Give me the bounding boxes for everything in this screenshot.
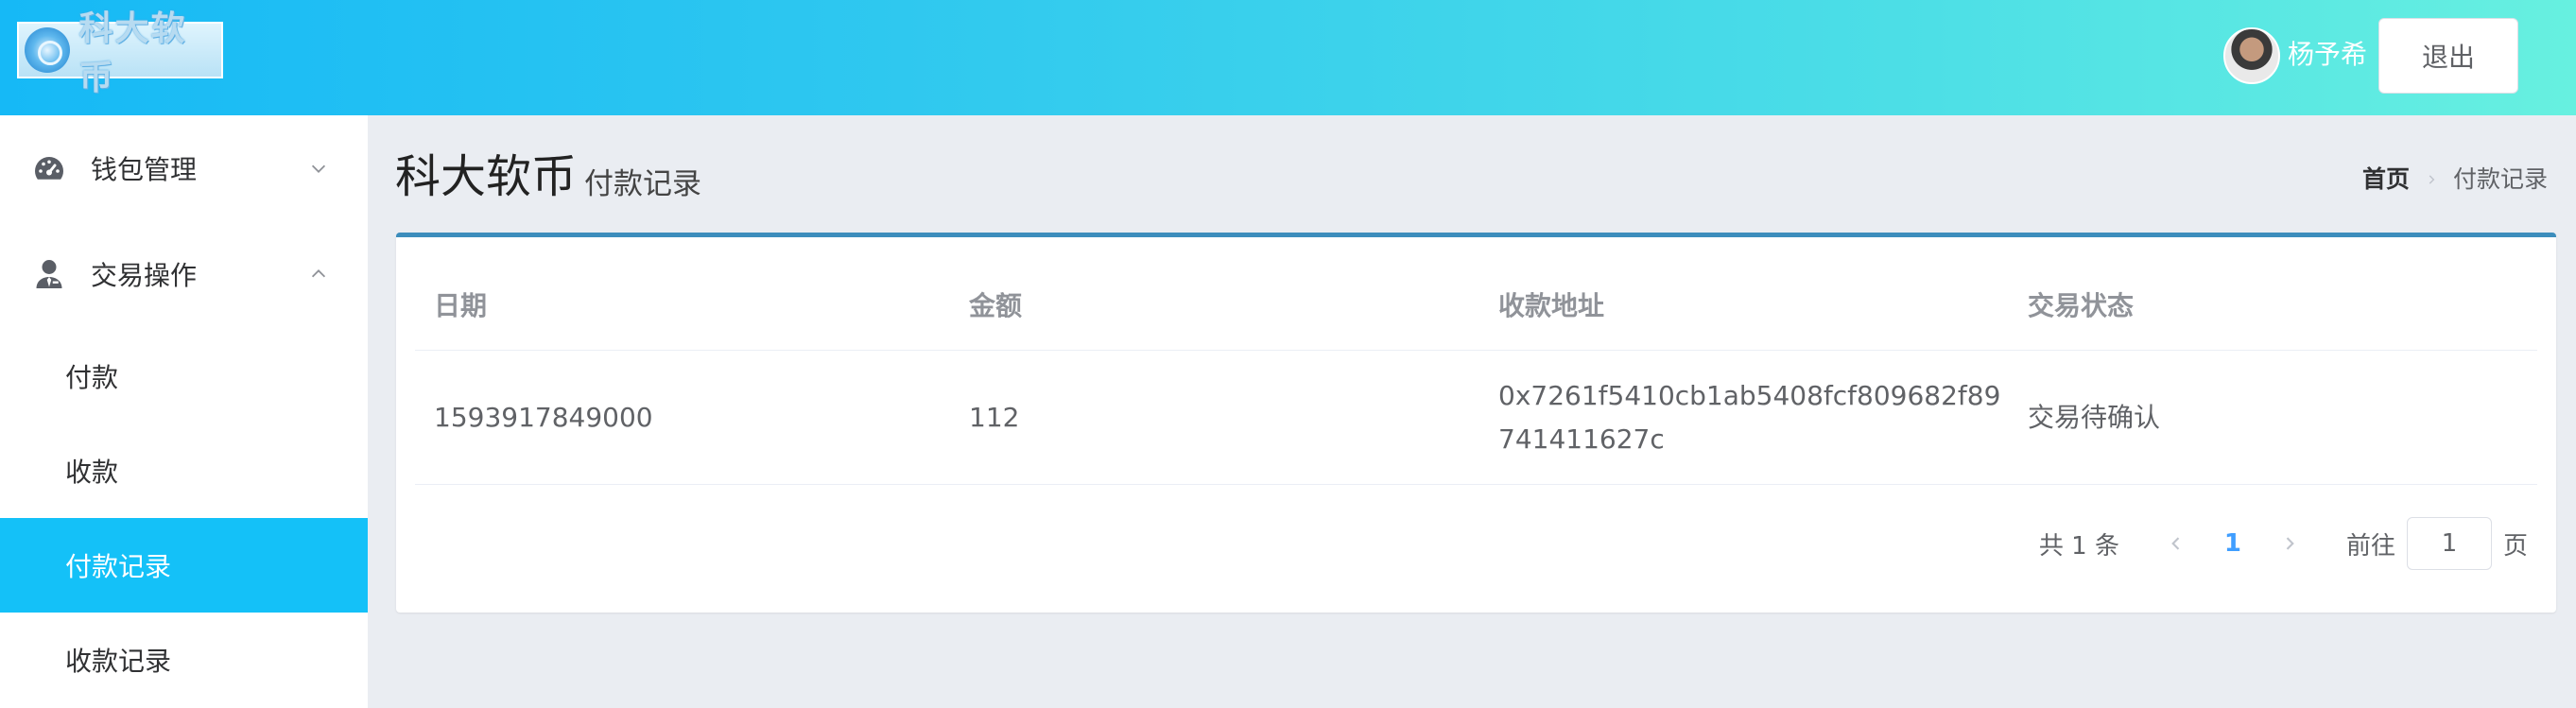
sidebar-group-label: 交易操作 [91, 260, 198, 291]
prev-page-button[interactable] [2157, 525, 2195, 562]
goto-prefix: 前往 [2345, 531, 2395, 561]
avatar[interactable] [2223, 27, 2280, 84]
column-header-status: 交易状态 [2028, 289, 2135, 321]
user-tie-icon [36, 260, 62, 288]
table-header: 日期 金额 收款地址 交易状态 [415, 258, 2537, 351]
pagination-total: 共 1 条 [2038, 531, 2119, 561]
next-page-button[interactable] [2271, 525, 2308, 562]
records-card: 日期 金额 收款地址 交易状态 1593917849000 112 0x7261… [396, 233, 2556, 613]
chevron-up-icon [311, 269, 326, 278]
chevron-right-icon [2429, 175, 2435, 184]
sidebar-item-receive[interactable]: 收款 [0, 423, 368, 518]
page-title: 科大软币 [395, 150, 578, 203]
page-subtitle: 付款记录 [584, 167, 701, 201]
goto-page-input[interactable] [2406, 517, 2492, 570]
sidebar: 钱包管理 交易操作 付款 收款 付款记录 收款记录 [0, 115, 368, 708]
chevron-left-icon [2171, 537, 2180, 550]
top-header: 科大软币 杨予希 退出 [0, 0, 2576, 115]
table-row[interactable]: 1593917849000 112 0x7261f5410cb1ab5408fc… [415, 351, 2537, 485]
sidebar-item-receipt-records[interactable]: 收款记录 [0, 613, 368, 707]
breadcrumb-home[interactable]: 首页 [2362, 161, 2410, 199]
cell-status: 交易待确认 [2028, 401, 2161, 433]
username[interactable]: 杨予希 [2288, 36, 2367, 74]
chevron-down-icon [311, 164, 326, 173]
app-logo[interactable]: 科大软币 [17, 9, 223, 97]
cell-date: 1593917849000 [434, 401, 653, 433]
dashboard-gauge-icon [35, 157, 63, 180]
sidebar-group-label: 钱包管理 [91, 154, 198, 185]
records-table: 日期 金额 收款地址 交易状态 1593917849000 112 0x7261… [415, 258, 2537, 485]
pagination: 共 1 条 1 前往 页 [2039, 517, 2528, 570]
logout-button[interactable]: 退出 [2378, 18, 2518, 94]
sidebar-item-pay[interactable]: 付款 [0, 329, 368, 423]
logo-text: 科大软币 [78, 9, 187, 97]
chevron-right-icon [2286, 537, 2294, 550]
column-header-address: 收款地址 [1498, 289, 1605, 321]
breadcrumb-current: 付款记录 [2452, 165, 2548, 193]
column-header-amount: 金额 [969, 289, 1023, 321]
breadcrumb: 首页 付款记录 [2362, 161, 2548, 199]
sidebar-item-payment-records[interactable]: 付款记录 [0, 518, 368, 613]
sidebar-group-transactions[interactable]: 交易操作 [0, 221, 368, 327]
cell-address: 0x7261f5410cb1ab5408fcf809682f8974141162… [1498, 379, 2001, 455]
goto-suffix: 页 [2502, 531, 2528, 561]
sidebar-group-wallet[interactable]: 钱包管理 [0, 115, 368, 221]
column-header-date: 日期 [434, 289, 488, 321]
page-number[interactable]: 1 [2195, 529, 2271, 558]
cell-amount: 112 [969, 401, 1020, 433]
pagination-goto: 前往 页 [2346, 517, 2528, 570]
logo-icon [25, 27, 70, 73]
